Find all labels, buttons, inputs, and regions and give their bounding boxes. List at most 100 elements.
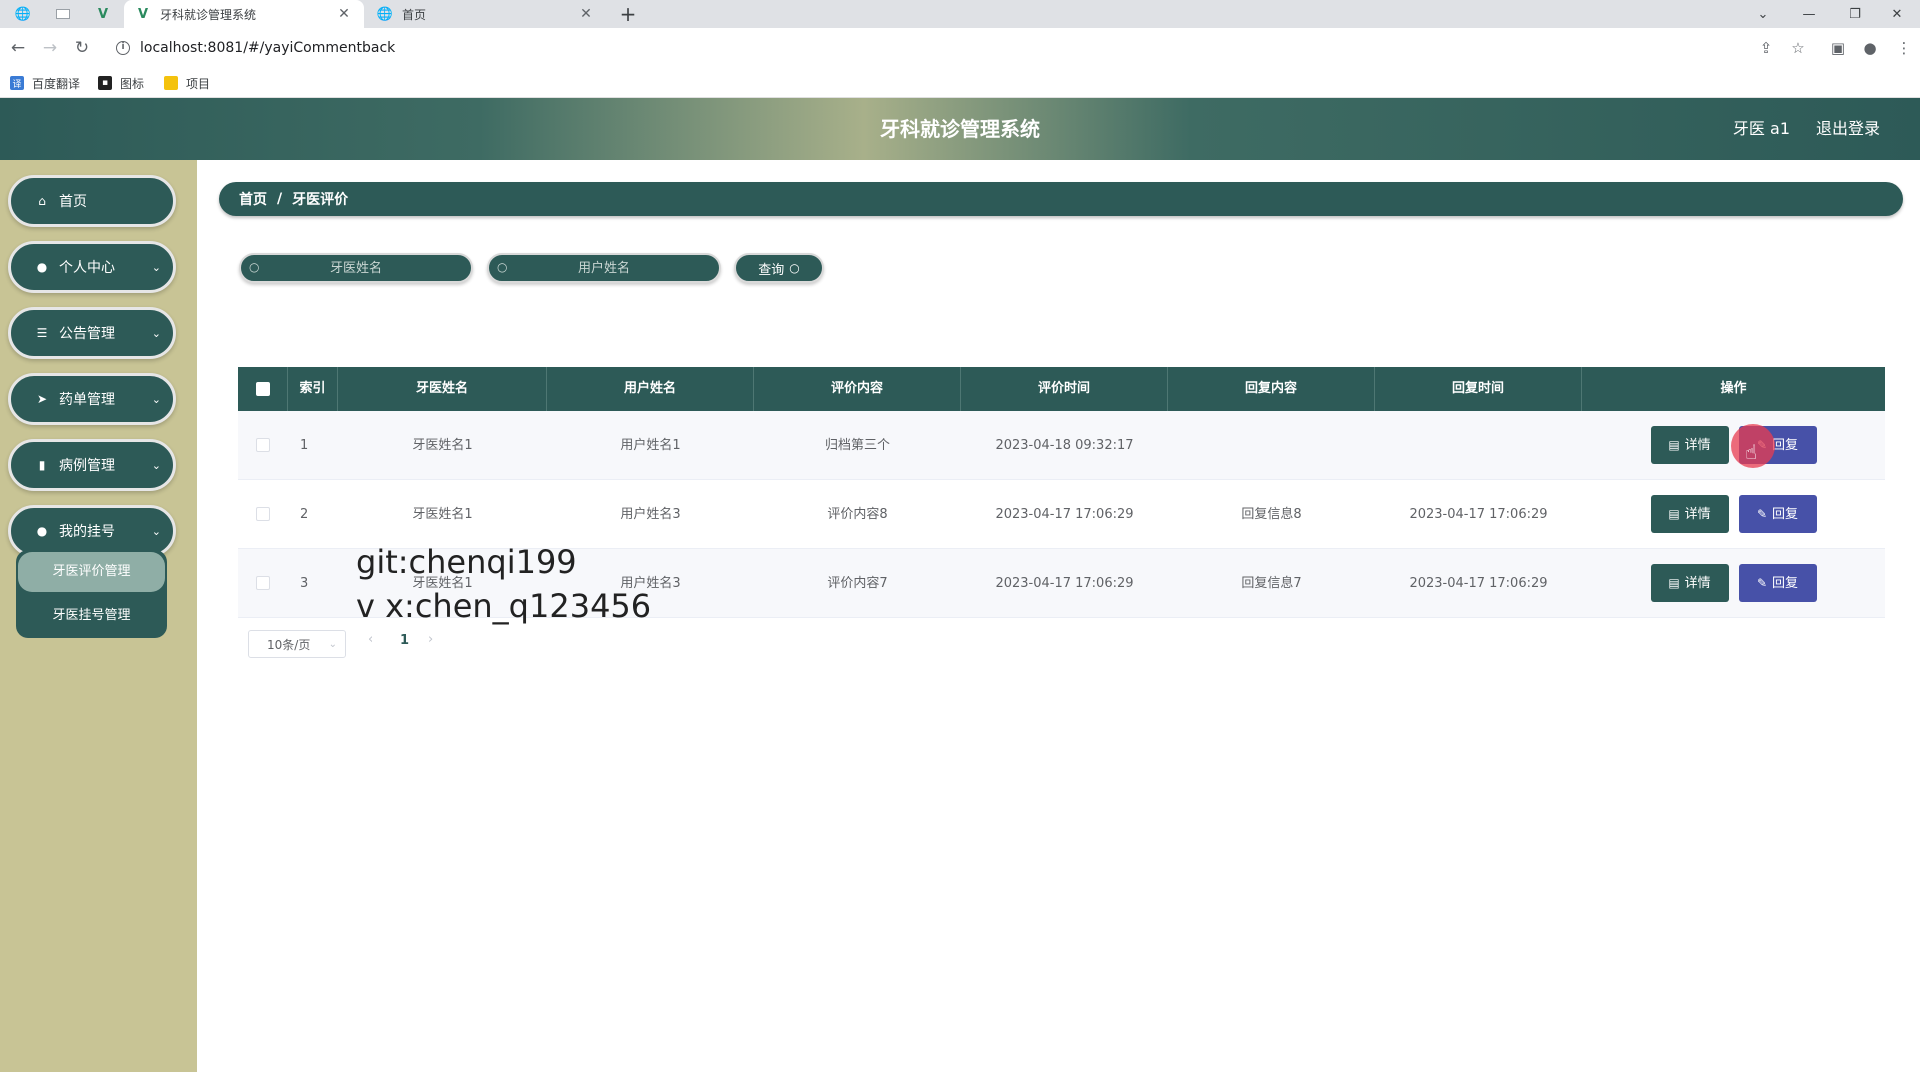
query-button[interactable]: 查询 ○ — [734, 253, 824, 283]
cell-reply-content: 回复信息8 — [1241, 506, 1302, 522]
vue-logo-icon: V — [137, 6, 149, 22]
bookmark-project[interactable]: 项目 — [164, 73, 210, 93]
search-icon: ○ — [249, 260, 260, 274]
cell-index: 2 — [300, 506, 309, 522]
tab-search-icon[interactable]: ⌄ — [1740, 0, 1786, 28]
reply-button[interactable]: ✎ 回复 — [1738, 564, 1817, 602]
cell-index: 3 — [300, 575, 309, 591]
vue-logo-icon: V — [97, 6, 109, 22]
sidebar-item-label: 药单管理 — [59, 392, 115, 408]
detail-button[interactable]: ▤ 详情 — [1650, 495, 1729, 533]
sidebar-item-cases[interactable]: ▮ 病例管理 ⌄ — [8, 439, 176, 491]
detail-button[interactable]: ▤ 详情 — [1650, 426, 1729, 464]
sidebar-item-home[interactable]: ⌂ 首页 — [8, 175, 176, 227]
bookmark-label: 图标 — [120, 76, 145, 91]
share-icon[interactable]: ⇪ — [1754, 36, 1778, 60]
list-icon: ☰ — [36, 326, 48, 340]
app-title: 牙科就诊管理系统 — [880, 117, 1040, 141]
row-select-cell — [238, 480, 288, 549]
image-icon: ▪ — [98, 76, 112, 90]
header-comment-time: 评价时间 — [961, 367, 1168, 411]
current-user: 牙医 a1 — [1732, 119, 1790, 138]
header-reply-time: 回复时间 — [1375, 367, 1582, 411]
pinned-tab-blank[interactable] — [44, 0, 82, 28]
location-icon: ● — [36, 524, 48, 538]
reload-icon[interactable]: ↻ — [70, 36, 94, 60]
user-name-input[interactable] — [489, 255, 719, 281]
header-reply-content: 回复内容 — [1168, 367, 1375, 411]
cell-comment-content: 归档第三个 — [824, 437, 890, 453]
table-row: 2 牙医姓名1 用户姓名3 评价内容8 2023-04-17 17:06:29 … — [238, 480, 1885, 549]
submenu-item-dentist-registrations[interactable]: 牙医挂号管理 — [16, 596, 167, 636]
chevron-down-icon: ⌄ — [151, 260, 161, 274]
prev-page-button[interactable]: ‹ — [368, 632, 373, 647]
new-tab-button[interactable]: + — [614, 0, 642, 28]
side-panel-icon[interactable]: ▣ — [1826, 36, 1850, 60]
globe-icon: 🌐 — [14, 6, 32, 22]
row-select-cell — [238, 411, 288, 480]
user-name-search[interactable]: ○ — [487, 253, 721, 283]
minimize-button[interactable]: — — [1786, 0, 1832, 28]
cell-actions: ▤ 详情 ✎ 回复 — [1582, 549, 1885, 618]
row-checkbox[interactable] — [256, 438, 270, 452]
sidebar-item-prescriptions[interactable]: ➤ 药单管理 ⌄ — [8, 373, 176, 425]
reply-label: 回复 — [1772, 575, 1799, 591]
page-number[interactable]: 1 — [400, 633, 409, 648]
table-header: 索引 牙医姓名 用户姓名 评价内容 评价时间 回复内容 回复时间 操作 — [238, 367, 1885, 411]
row-checkbox[interactable] — [256, 507, 270, 521]
menu-dots-icon[interactable]: ⋮ — [1892, 36, 1916, 60]
reply-button[interactable]: ✎ 回复 — [1738, 495, 1817, 533]
cell-comment-time: 2023-04-18 09:32:17 — [995, 437, 1134, 453]
header-actions: 操作 — [1720, 381, 1747, 396]
reply-label: 回复 — [1772, 437, 1799, 453]
dentist-name-search[interactable]: ○ — [239, 253, 473, 283]
detail-label: 详情 — [1684, 506, 1711, 522]
sidebar-item-label: 公告管理 — [59, 326, 115, 342]
header-user-name: 用户姓名 — [547, 367, 754, 411]
tab-active[interactable]: V 牙科就诊管理系统 ✕ — [124, 0, 364, 28]
close-icon[interactable]: ✕ — [578, 6, 594, 22]
chevron-down-icon: ⌄ — [151, 524, 161, 538]
sidebar-item-personal-center[interactable]: ● 个人中心 ⌄ — [8, 241, 176, 293]
sidebar-item-label: 病例管理 — [59, 458, 115, 474]
tab-home[interactable]: 🌐 首页 ✕ — [366, 0, 606, 28]
close-window-button[interactable]: ✕ — [1874, 0, 1920, 28]
cell-index: 1 — [300, 437, 309, 453]
select-all-checkbox[interactable] — [255, 382, 270, 396]
select-all-cell — [238, 367, 288, 411]
chevron-down-icon: ⌄ — [151, 392, 161, 406]
pinned-tab-globe[interactable]: 🌐 — [4, 0, 42, 28]
detail-button[interactable]: ▤ 详情 — [1650, 564, 1729, 602]
watermark: git:chenqi199 v x:chen_q123456 — [356, 540, 651, 628]
pinned-tab-vue[interactable]: V — [84, 0, 122, 28]
star-icon[interactable]: ☆ — [1786, 36, 1810, 60]
bookmark-label: 百度翻译 — [32, 76, 81, 91]
tab-title: 首页 — [402, 7, 427, 22]
reply-label: 回复 — [1772, 506, 1799, 522]
bookmark-label: 项目 — [186, 76, 211, 91]
forward-arrow-icon[interactable]: → — [38, 36, 62, 60]
cell-dentist-name: 牙医姓名1 — [412, 437, 473, 453]
breadcrumb-home[interactable]: 首页 — [239, 189, 267, 209]
row-checkbox[interactable] — [256, 576, 270, 590]
back-arrow-icon[interactable]: ← — [6, 36, 30, 60]
chevron-down-icon: ⌄ — [151, 458, 161, 472]
document-icon: ▤ — [1668, 507, 1680, 521]
profile-icon[interactable]: ● — [1858, 36, 1882, 60]
bookmark-baidu-translate[interactable]: 译 百度翻译 — [10, 73, 80, 93]
dentist-name-input[interactable] — [241, 255, 471, 281]
logout-link[interactable]: 退出登录 — [1816, 98, 1880, 160]
submenu-item-dentist-reviews[interactable]: 牙医评价管理 — [18, 552, 165, 592]
close-icon[interactable]: ✕ — [336, 6, 352, 22]
sidebar-item-announcements[interactable]: ☰ 公告管理 ⌄ — [8, 307, 176, 359]
chevron-down-icon: ⌄ — [151, 326, 161, 340]
page-size-select[interactable]: 10条/页 ⌄ — [248, 630, 346, 658]
info-icon[interactable]: i — [116, 41, 130, 55]
next-page-button[interactable]: › — [428, 632, 433, 647]
restore-button[interactable]: ❐ — [1832, 0, 1878, 28]
translate-icon: 译 — [10, 76, 24, 90]
watermark-line: v x:chen_q123456 — [356, 587, 652, 625]
bookmark-icons[interactable]: ▪ 图标 — [98, 73, 144, 93]
search-icon: ○ — [497, 260, 508, 274]
url-field[interactable]: i localhost:8081/#/yayiCommentback — [104, 33, 1744, 63]
